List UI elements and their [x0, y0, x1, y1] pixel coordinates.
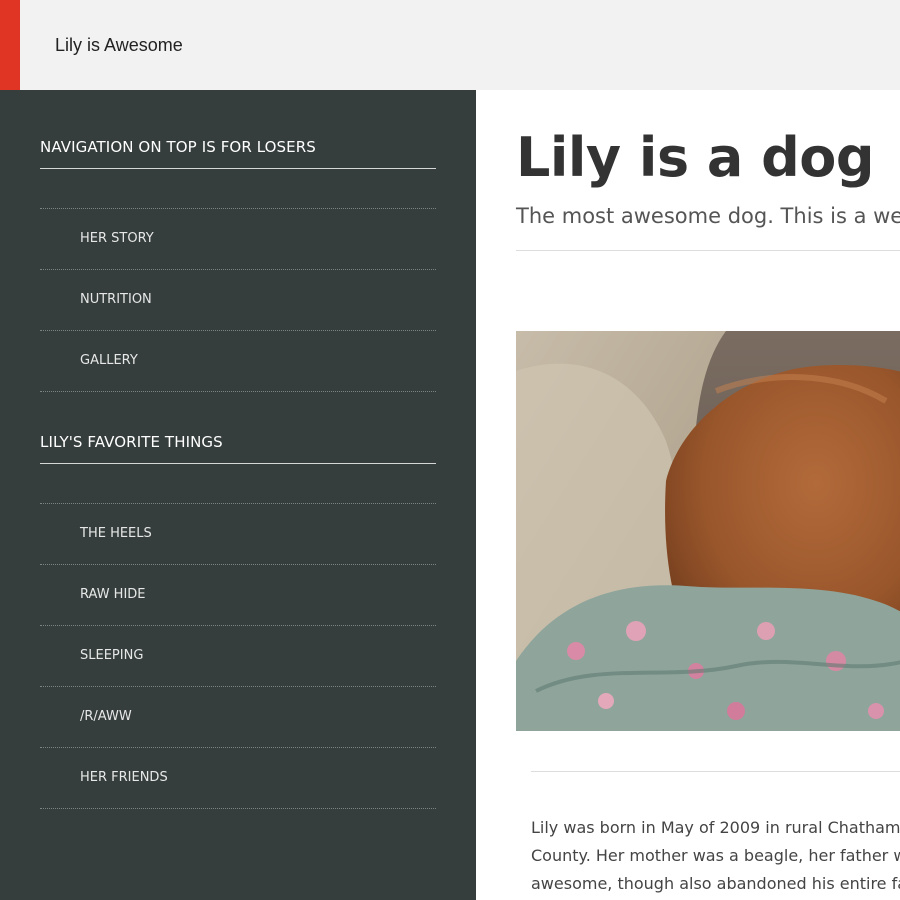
body-text: Lily was born in May of 2009 in rural Ch…: [531, 814, 900, 898]
sidebar-item-r-aww[interactable]: /R/AWW: [40, 687, 436, 748]
sidebar-item-the-heels[interactable]: THE HEELS: [40, 504, 436, 565]
sidebar-divider: [40, 464, 436, 504]
main-content: Lily is a dog The most awesome dog. This…: [476, 90, 900, 900]
sidebar-item-her-story[interactable]: HER STORY: [40, 209, 436, 270]
sidebar-divider: [40, 169, 436, 209]
sidebar-item-gallery[interactable]: GALLERY: [40, 331, 436, 392]
body-line: awesome, though also abandoned his entir…: [531, 874, 900, 893]
sleeping-dog-photo: [516, 331, 900, 731]
sidebar-item-sleeping[interactable]: SLEEPING: [40, 626, 436, 687]
divider: [531, 771, 900, 772]
page-subtitle: The most awesome dog. This is a webs: [516, 204, 900, 228]
sidebar-item-her-friends[interactable]: HER FRIENDS: [40, 748, 436, 809]
sidebar-item-raw-hide[interactable]: RAW HIDE: [40, 565, 436, 626]
sidebar-section-favorites: LILY'S FAVORITE THINGS THE HEELS RAW HID…: [40, 385, 436, 809]
body-line: County. Her mother was a beagle, her fat…: [531, 846, 900, 865]
body-line: Lily was born in May of 2009 in rural Ch…: [531, 818, 900, 837]
sidebar-item-nutrition[interactable]: NUTRITION: [40, 270, 436, 331]
sidebar-section-navigation: NAVIGATION ON TOP IS FOR LOSERS HER STOR…: [40, 90, 436, 392]
divider: [516, 250, 900, 251]
sidebar-heading: NAVIGATION ON TOP IS FOR LOSERS: [40, 90, 436, 169]
site-title-link[interactable]: Lily is Awesome: [55, 35, 183, 56]
sidebar-heading: LILY'S FAVORITE THINGS: [40, 385, 436, 464]
top-bar: Lily is Awesome: [0, 0, 900, 90]
page-title: Lily is a dog: [516, 126, 875, 189]
sidebar: NAVIGATION ON TOP IS FOR LOSERS HER STOR…: [0, 90, 476, 900]
accent-stripe: [0, 0, 20, 90]
